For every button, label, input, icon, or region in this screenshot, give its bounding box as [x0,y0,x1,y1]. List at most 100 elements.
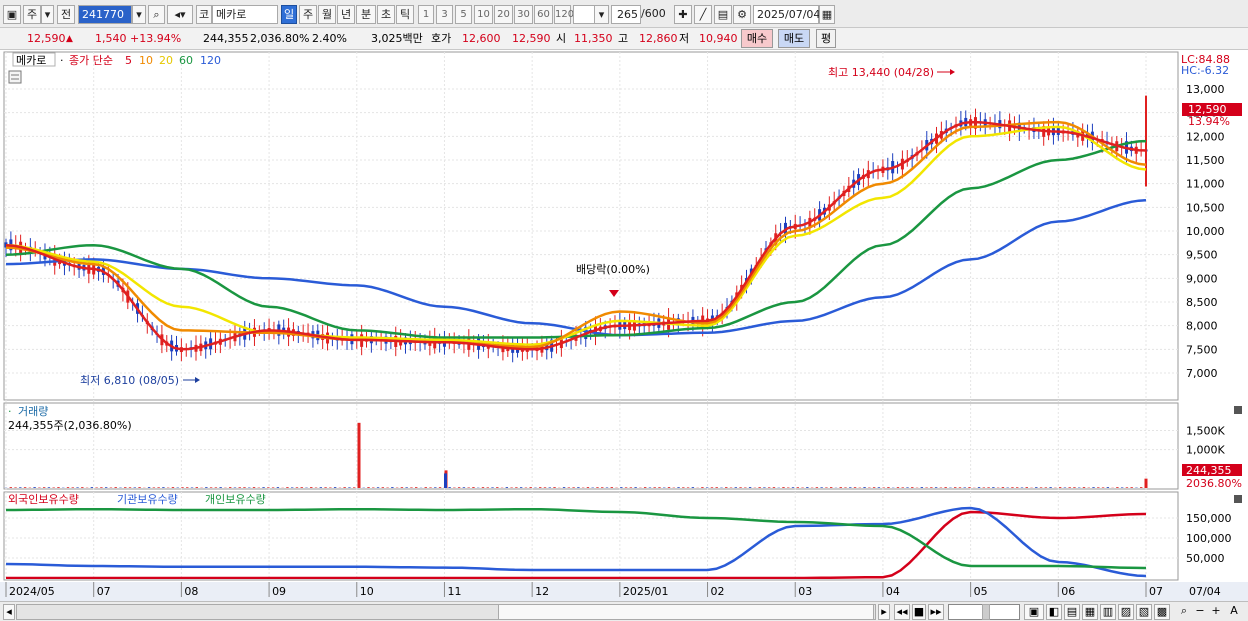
zoom-in-button[interactable]: + [1209,604,1223,620]
interval-20[interactable]: 20 [494,5,513,24]
chart-view-icon[interactable]: ▦ [1082,604,1098,620]
volume-bar [767,487,771,488]
institution-holding-legend[interactable]: 기관보유수량 [117,493,178,506]
holdings-close-icon[interactable] [1234,495,1242,503]
zoom-out-button[interactable]: − [1193,604,1207,620]
volume-bar [1049,487,1052,488]
evaluate-button[interactable]: 평 [816,29,836,48]
foreign-holding-legend[interactable]: 외국인보유수량 [8,493,79,506]
legend-ma20[interactable]: 20 [159,54,173,67]
volume-bar [667,487,671,488]
window-split-icon[interactable]: ◧ [1046,604,1062,620]
volume-bar [209,487,213,488]
interval-10[interactable]: 10 [474,5,493,24]
table-icon[interactable]: ▨ [1118,604,1134,620]
interval-120[interactable]: 120 [554,5,574,24]
volume-bar [653,487,656,488]
save-icon[interactable]: ▤ [714,5,732,24]
period-tick-button[interactable]: 틱 [396,5,414,24]
chart-table-icon[interactable] [8,70,22,84]
window-grid-icon[interactable]: ▤ [1064,604,1080,620]
volume-bar [529,487,532,488]
period-week-button[interactable]: 주 [299,5,317,24]
open-price: 11,350 [574,32,613,45]
sell-button[interactable]: 매도 [778,29,810,48]
interval-3[interactable]: 3 [436,5,453,24]
volume-bar [157,487,160,488]
legend-ma60[interactable]: 60 [179,54,193,67]
volume-bar [1016,487,1019,488]
volume-bar [310,487,313,488]
volume-bar [705,487,709,488]
font-size-button[interactable]: A [1226,604,1242,620]
symbol-dropdown-icon[interactable]: ▾ [132,5,146,24]
volume-bar [944,487,947,488]
period-year-button[interactable]: 년 [337,5,355,24]
volume-bar [133,487,136,488]
scroll-left-icon[interactable]: ◂ [3,604,15,620]
compare-icon[interactable]: ▥ [1100,604,1116,620]
stop-icon[interactable]: ■ [912,604,926,620]
interval-30[interactable]: 30 [514,5,533,24]
date-input[interactable]: 2025/07/04 [753,5,820,24]
interval-dropdown-icon[interactable]: ▾ [594,5,609,24]
price-tick-label: 9,000 [1186,272,1218,285]
volume-title[interactable]: 거래량 [18,405,48,418]
search-icon[interactable]: ⌕ [148,5,165,24]
grid-icon[interactable]: ▩ [1154,604,1170,620]
volume-bar [1025,487,1028,488]
stock-name-field[interactable]: 메카로 [212,5,278,24]
volume-bar [104,487,108,488]
buy-button[interactable]: 매수 [741,29,773,48]
legend-price-type[interactable]: 종가 단순 [69,54,113,67]
market-select[interactable]: 주 [23,5,41,24]
stock-chart[interactable]: 13,00012,50012,00011,50011,00010,50010,0… [0,51,1248,601]
scrollbar-thumb[interactable] [498,604,874,620]
window-menu-icon[interactable]: ▣ [3,5,21,24]
sound-icon[interactable]: ◂▾ [167,5,193,24]
scroll-right-icon[interactable]: ▸ [878,604,890,620]
layout-icon[interactable]: ▣ [1024,604,1044,620]
volume-bar [829,487,833,488]
zoom-slider-handle[interactable] [982,604,990,620]
period-second-button[interactable]: 초 [377,5,395,24]
volume-bar [930,487,933,488]
volume-bar [839,487,842,488]
rewind-icon[interactable]: ◂◂ [894,604,910,620]
forward-icon[interactable]: ▸▸ [928,604,944,620]
calendar-icon[interactable]: ▦ [819,5,835,24]
list-icon[interactable]: ▧ [1136,604,1152,620]
interval-1[interactable]: 1 [418,5,434,24]
magnifier-icon[interactable]: ⌕ [1176,604,1192,620]
prev-button[interactable]: 전 [57,5,75,24]
volume-close-icon[interactable] [1234,406,1242,414]
interval-5[interactable]: 5 [455,5,472,24]
x-axis-label: 05 [974,585,988,598]
volume-bar [963,487,966,488]
period-minute-button[interactable]: 분 [356,5,376,24]
legend-ma5[interactable]: 5 [125,54,132,67]
price-tick-label: 7,000 [1186,367,1218,380]
symbol-input[interactable]: 241770 [78,5,132,24]
volume-bar [620,487,623,488]
draw-line-icon[interactable]: ╱ [694,5,712,24]
volume-bar [643,487,647,488]
settings-gear-icon[interactable]: ⚙ [733,5,751,24]
price-tick-label: 11,000 [1186,178,1225,191]
volume-ratio: 2,036.80% [250,32,310,45]
legend-ma10[interactable]: 10 [139,54,153,67]
legend-ma120[interactable]: 120 [200,54,221,67]
volume-bar [911,487,914,488]
count-input[interactable]: 265 [611,5,641,24]
individual-holding-legend[interactable]: 개인보유수량 [205,493,266,506]
period-day-button[interactable]: 일 [281,5,297,24]
volume-value: 244,355 [203,32,249,45]
tools-icon[interactable]: ✚ [674,5,692,24]
interval-60[interactable]: 60 [534,5,553,24]
volume-bar [76,487,79,488]
volume-bar [748,487,752,488]
volume-bar [844,487,847,488]
volume-bar [1011,487,1014,488]
market-dropdown-icon[interactable]: ▾ [41,5,54,24]
period-month-button[interactable]: 월 [318,5,336,24]
